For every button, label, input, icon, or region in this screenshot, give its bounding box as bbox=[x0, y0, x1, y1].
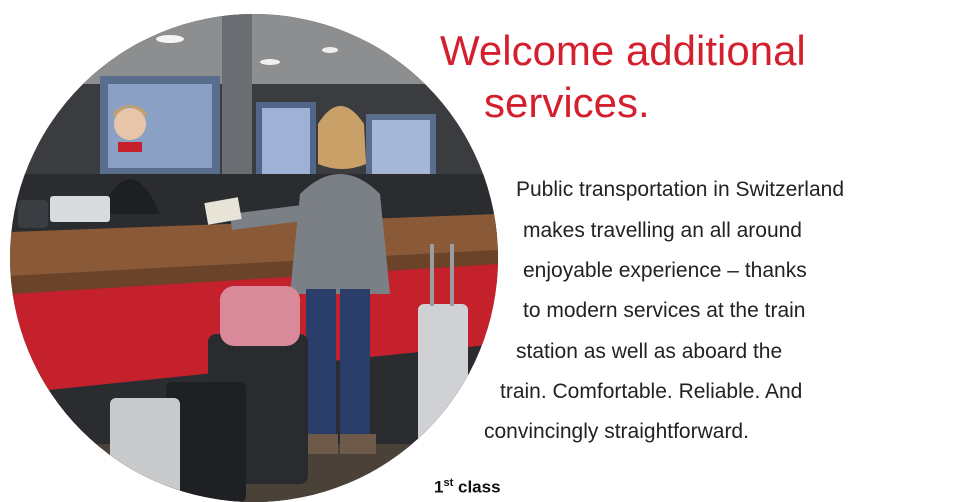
intro-line-3: enjoyable experience – thanks bbox=[523, 259, 807, 282]
photo-illustration bbox=[10, 14, 498, 502]
sub-heading-suffix: st bbox=[443, 477, 454, 489]
intro-line-6: train. Comfortable. Reliable. And bbox=[500, 380, 803, 403]
first-class-heading: 1st class bbox=[434, 478, 501, 496]
title-line-1: Welcome additional bbox=[440, 27, 806, 74]
intro-line-5: station as well as aboard the bbox=[516, 340, 783, 363]
intro-line-4: to modern services at the train bbox=[523, 299, 806, 322]
title-line-2: services. bbox=[484, 79, 650, 126]
intro-line-7: convincingly straightforward. bbox=[484, 420, 749, 443]
travel-center-photo bbox=[10, 14, 498, 502]
intro-line-1: Public transportation in Switzerland bbox=[516, 178, 845, 201]
intro-line-2: makes travelling an all around bbox=[523, 219, 802, 242]
